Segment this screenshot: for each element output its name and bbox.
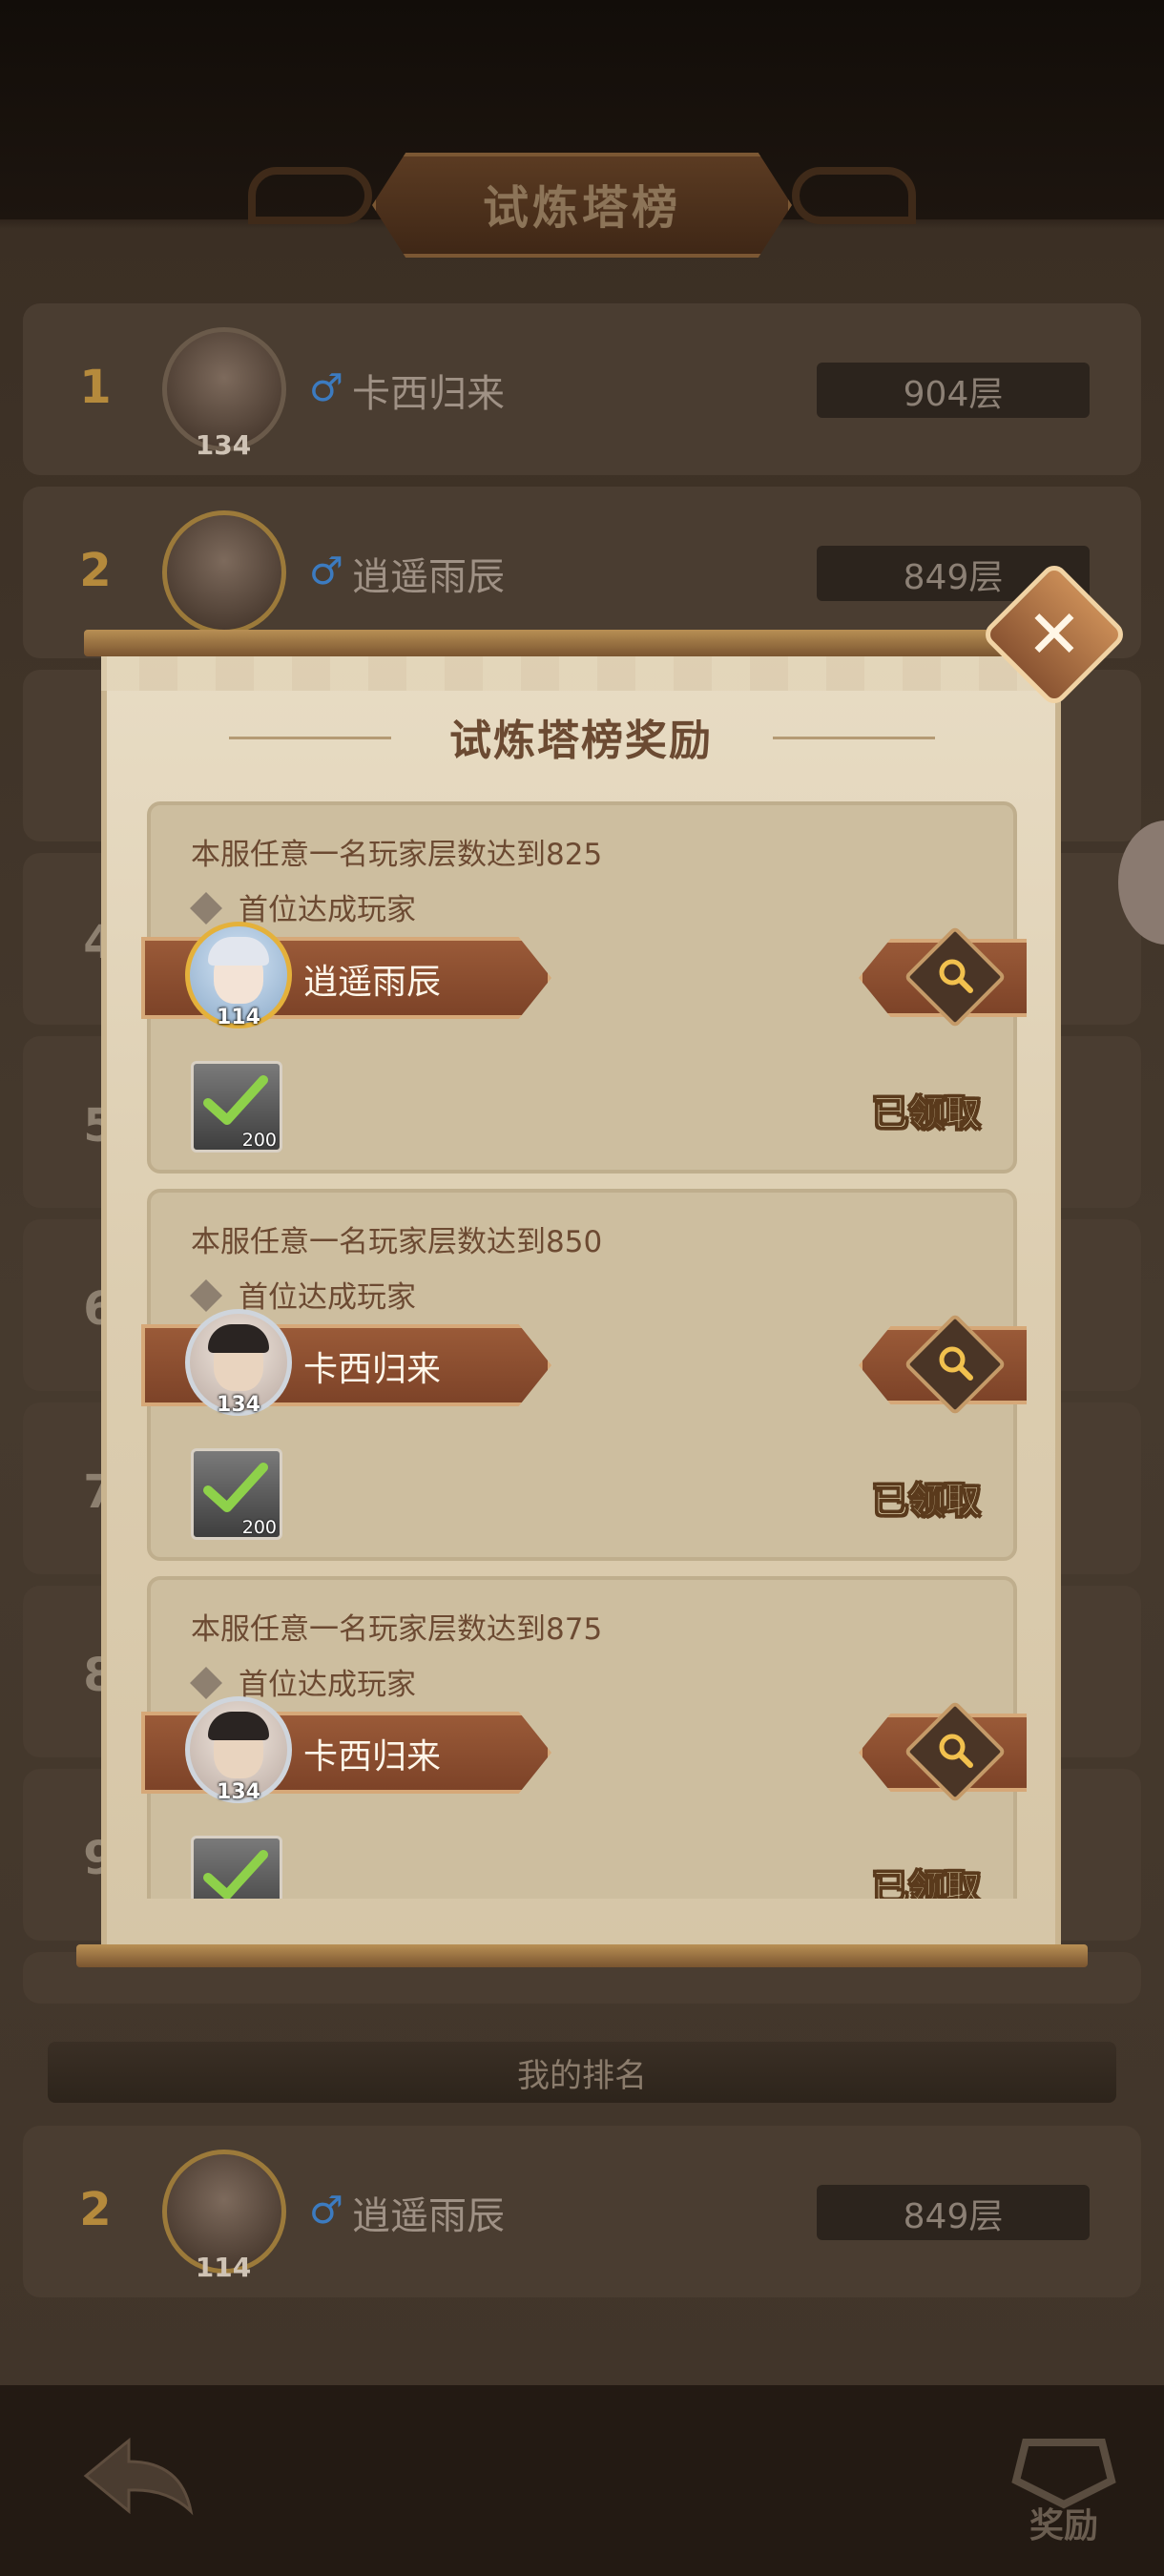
male-icon: ♂ <box>309 550 343 593</box>
player-name: 卡西归来 <box>303 1737 442 1776</box>
magnifier-icon[interactable] <box>934 1729 978 1773</box>
scroll-top-rod <box>84 630 1086 656</box>
reward-subtitle: 首位达成玩家 <box>239 1668 416 1702</box>
check-icon <box>203 1075 268 1125</box>
reward-condition: 本服任意一名玩家层数达到850 <box>191 1225 603 1259</box>
reward-card: 本服任意一名玩家层数达到850 首位达成玩家 134 卡西归来 200 已领取 <box>141 1189 1027 1561</box>
male-icon: ♂ <box>309 2189 343 2233</box>
player-level: 134 <box>195 429 252 461</box>
claimed-status: 已领取 <box>871 1480 982 1523</box>
diamond-bullet-icon <box>190 892 222 924</box>
player-level: 134 <box>217 1393 260 1417</box>
check-icon <box>203 1850 268 1899</box>
scroll-bottom-rod <box>76 1944 1088 1967</box>
rank-badge: 2 <box>79 2183 112 2236</box>
reward-subtitle: 首位达成玩家 <box>239 1280 416 1315</box>
modal-border-pattern <box>101 653 1061 691</box>
avatar-hair <box>208 1712 269 1740</box>
reward-quantity: 200 <box>241 1130 277 1151</box>
check-icon <box>203 1463 268 1512</box>
page-title: 试炼塔榜 <box>482 181 681 235</box>
floor-score: 904层 <box>903 375 1004 414</box>
magnifier-icon[interactable] <box>934 1341 978 1385</box>
magnifier-icon[interactable] <box>934 954 978 998</box>
header-decoration-right <box>792 167 916 224</box>
reward-list[interactable]: 本服任意一名玩家层数达到825 首位达成玩家 114 逍遥雨辰 200 已领取 … <box>139 792 1027 1899</box>
ranking-row[interactable]: 1 134 ♂ 卡西归来 904层 <box>23 303 1141 475</box>
player-name: 逍遥雨辰 <box>352 555 505 599</box>
diamond-bullet-icon <box>190 1667 222 1699</box>
reward-button-label[interactable]: 奖励 <box>1002 2498 1126 2547</box>
player-name: 逍遥雨辰 <box>352 2194 505 2238</box>
male-icon: ♂ <box>309 366 343 410</box>
player-name: 卡西归来 <box>303 1350 442 1389</box>
claimed-status: 已领取 <box>871 1092 982 1135</box>
floor-score: 849层 <box>903 2197 1004 2236</box>
player-name: 卡西归来 <box>352 372 505 416</box>
reward-card: 本服任意一名玩家层数达到875 首位达成玩家 134 卡西归来 200 已领取 <box>141 1576 1027 1900</box>
reward-subtitle: 首位达成玩家 <box>239 893 416 927</box>
back-arrow-icon[interactable] <box>76 2433 200 2519</box>
avatar-hair <box>208 937 269 966</box>
reward-quantity: 200 <box>241 1517 277 1538</box>
reward-condition: 本服任意一名玩家层数达到875 <box>191 1612 603 1647</box>
diamond-bullet-icon <box>190 1279 222 1312</box>
claimed-status: 已领取 <box>871 1867 982 1900</box>
reward-card: 本服任意一名玩家层数达到825 首位达成玩家 114 逍遥雨辰 200 已领取 <box>141 801 1027 1174</box>
my-rank-label: 我的排名 <box>517 2057 647 2095</box>
rank-badge: 2 <box>79 544 112 597</box>
player-level: 134 <box>217 1780 260 1804</box>
player-name: 逍遥雨辰 <box>303 963 442 1002</box>
rank-badge: 1 <box>79 361 112 414</box>
header-decoration-left <box>248 167 372 224</box>
my-rank-row[interactable]: 2 114 ♂ 逍遥雨辰 849层 <box>23 2126 1141 2297</box>
close-icon[interactable]: ✕ <box>1002 587 1107 692</box>
avatar-hair <box>208 1324 269 1353</box>
reward-condition: 本服任意一名玩家层数达到825 <box>191 838 603 872</box>
player-level: 114 <box>195 2252 252 2283</box>
player-level: 114 <box>217 1006 260 1029</box>
avatar <box>162 510 286 634</box>
modal-title: 试炼塔榜奖励 <box>449 717 713 765</box>
